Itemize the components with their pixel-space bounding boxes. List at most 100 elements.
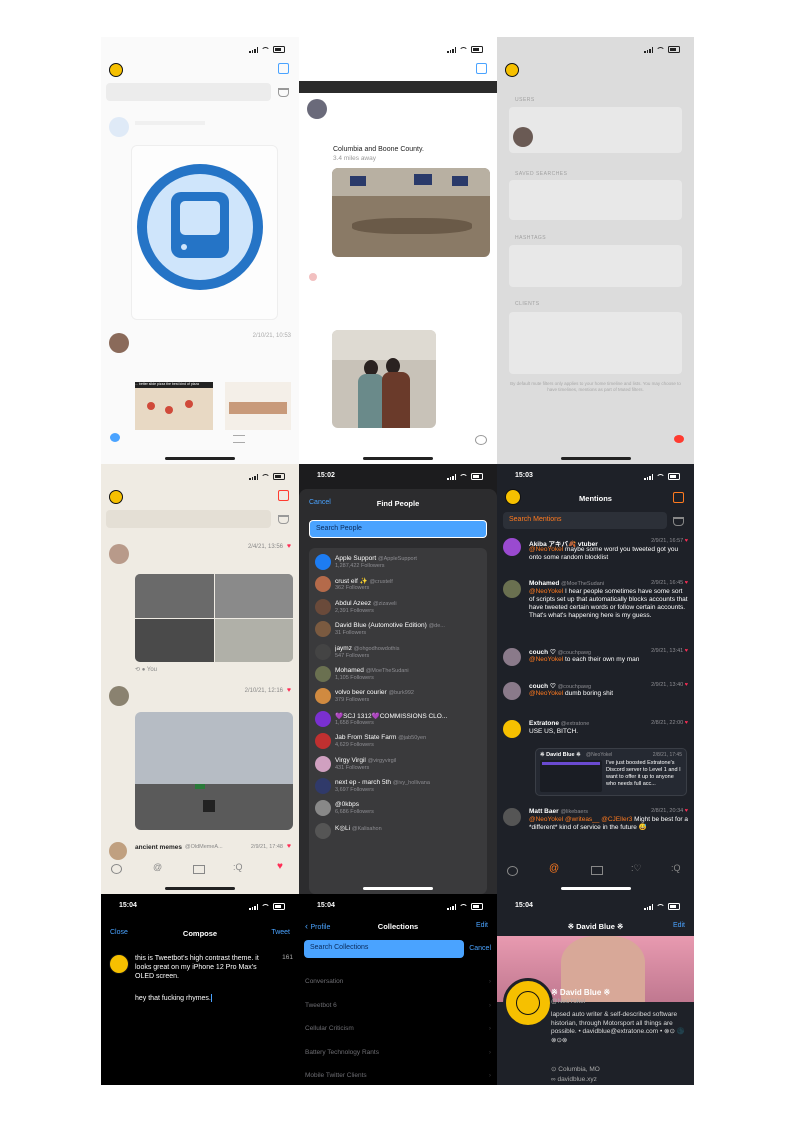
timeline-tab-icon[interactable] [111, 864, 122, 874]
wifi-icon [459, 903, 468, 910]
collection-item[interactable]: Tweetbot 6 [305, 1002, 491, 1009]
mention-avatar[interactable] [503, 580, 521, 598]
person-row[interactable]: David Blue (Automotive Edition) @de... 31… [315, 621, 483, 639]
tweet-avatar[interactable] [109, 842, 127, 860]
search-mentions-input[interactable]: Search Mentions [503, 512, 667, 529]
pizza-photo[interactable]: ... better slide pizza the best kind of … [135, 382, 213, 430]
collection-item[interactable]: Conversation [305, 978, 491, 985]
tweet-button[interactable]: Tweet [271, 929, 290, 936]
clients-card[interactable] [509, 312, 682, 374]
mention-avatar[interactable] [503, 682, 521, 700]
messages-tab-icon[interactable] [674, 435, 684, 443]
tweet-avatar[interactable] [109, 544, 129, 564]
mention-time: 2/9/21, 13:40 ♥ [651, 682, 688, 688]
person-row[interactable]: jaymz @ohgodhowdothis 547 Followers [315, 643, 483, 662]
reply-avatar[interactable] [309, 273, 317, 281]
signal-icon [644, 46, 653, 53]
people-photo[interactable] [332, 330, 436, 428]
person-row[interactable]: @0kbps 6,686 Followers [315, 800, 483, 818]
quoted-tweet[interactable]: ※ David Blue ※ @NeoYokel 2/8/21, 17:45 I… [535, 748, 687, 796]
mention-avatar[interactable] [503, 648, 521, 666]
profile-url[interactable]: ∞ davidblue.xyz [551, 1076, 597, 1083]
account-avatar[interactable] [505, 63, 519, 77]
cancel-button[interactable]: Cancel [469, 945, 491, 952]
compose-icon[interactable] [476, 63, 487, 74]
hashtags-card[interactable] [509, 245, 682, 287]
search-tab-icon[interactable]: :Q [671, 863, 681, 873]
compose-text-line2[interactable]: hey that fucking rhymes. [135, 994, 212, 1002]
status-bar [644, 903, 680, 910]
person-row[interactable]: Jab From State Farm @jab50yen 4,629 Follo… [315, 733, 483, 751]
saved-searches-card[interactable] [509, 180, 682, 220]
mention-avatar[interactable] [503, 808, 521, 826]
mentions-tab-icon[interactable]: @ [153, 862, 162, 872]
like-icon[interactable]: ♥ [287, 543, 291, 550]
collection-item[interactable]: Cellular Criticism [305, 1025, 491, 1032]
search-people-input[interactable]: Search People [309, 520, 487, 538]
users-card[interactable] [509, 107, 682, 153]
person-row[interactable]: Abdul Azeez @zizaveli 2,391 Followers [315, 598, 483, 617]
collection-item[interactable]: Mobile Twitter Clients [305, 1072, 491, 1079]
person-row[interactable]: 💜SCJ 1312💜COMMISSIONS CLO... 1,658 Follo… [315, 710, 483, 729]
person-avatar [315, 643, 331, 660]
collection-item[interactable]: Battery Technology Rants [305, 1049, 491, 1056]
compose-icon[interactable] [673, 492, 684, 503]
person-row[interactable]: Mohamed @MoeTheSudani 1,105 Followers [315, 666, 483, 684]
person-row[interactable]: Apple Support @AppleSupport 1,287,422 Fol… [315, 554, 483, 572]
search-collections-input[interactable]: Search Collections [304, 940, 464, 958]
attachment-card[interactable] [131, 145, 278, 320]
messages-tab-icon[interactable] [591, 866, 603, 875]
highway-photo[interactable] [135, 712, 293, 830]
filter-icon[interactable] [278, 515, 289, 524]
mention-row[interactable]: Matt Baer @likebaers 2/8/21, 20:34 ♥ @NeoY… [503, 808, 688, 852]
person-row[interactable]: K◎Li @Kalisahon [315, 822, 483, 841]
tweet-avatar[interactable] [109, 117, 129, 137]
compose-icon[interactable] [278, 490, 289, 501]
activity-tab-icon[interactable]: :♡ [631, 863, 642, 874]
mention-avatar[interactable] [503, 720, 521, 738]
mentions-tab-icon[interactable]: @ [549, 863, 559, 874]
account-avatar[interactable] [109, 63, 123, 77]
mention-row[interactable]: Mohamed @MoeTheSudani 2/9/21, 16:45 ♥ @Neo… [503, 580, 688, 644]
person-row[interactable]: volvo beer courier @burk992 379 Followers [315, 688, 483, 706]
profile-avatar[interactable] [503, 978, 553, 1028]
filter-icon[interactable] [278, 88, 289, 97]
tweet-avatar[interactable] [307, 99, 327, 119]
messages-tab-icon[interactable] [193, 865, 205, 874]
activity-tab-icon[interactable]: ♥ [277, 861, 283, 872]
tweet-avatar[interactable] [109, 686, 129, 706]
mention-row[interactable]: Extratone @extratone 2/8/21, 22:00 ♥ USE U… [503, 720, 688, 742]
like-icon[interactable]: ♥ [287, 687, 291, 694]
like-icon[interactable]: ♥ [287, 843, 291, 850]
mention-row[interactable]: couch ♡ @couchpawg 2/9/21, 13:40 ♥ @NeoYok… [503, 682, 688, 712]
compose-icon[interactable] [278, 63, 289, 74]
person-followers: 362 Followers [335, 585, 370, 592]
car-photos[interactable] [135, 574, 293, 662]
mention-row[interactable]: couch ♡ @couchpawg 2/9/21, 13:41 ♥ @NeoYok… [503, 648, 688, 678]
new-tweets-bar[interactable] [299, 81, 497, 93]
meeting-room-photo[interactable] [332, 168, 490, 257]
person-name: David Blue (Automotive Edition) @de... [335, 622, 483, 629]
timeline-tab-icon[interactable] [110, 433, 120, 442]
filter-icon[interactable] [673, 517, 684, 526]
tweet-avatar[interactable] [109, 333, 129, 353]
edit-button[interactable]: Edit [476, 922, 488, 929]
account-avatar[interactable] [109, 490, 123, 504]
search-input[interactable] [106, 510, 271, 528]
search-input[interactable] [106, 83, 271, 101]
lists-icon[interactable] [233, 435, 245, 443]
mention-handle: @extratone [560, 721, 590, 727]
person-row[interactable]: crust elf ✨ @crustelf 362 Followers [315, 576, 483, 594]
mention-row[interactable]: Akiba アキバ🍂 vtuber 2/9/21, 16:57 ♥ @NeoYok… [503, 538, 688, 578]
person-row[interactable]: next ep - march 5th @ivy_hollivana 3,697 … [315, 778, 483, 796]
link-preview[interactable] [225, 382, 291, 430]
person-display-name: next ep - march 5th [335, 779, 391, 786]
muted-user-avatar[interactable] [513, 127, 533, 147]
messages-tab-icon[interactable] [475, 435, 487, 445]
search-tab-icon[interactable]: :Q [233, 862, 243, 872]
person-row[interactable]: Virgy Virgil @virgyvirgil 431 Followers [315, 755, 483, 774]
edit-button[interactable]: Edit [673, 922, 685, 929]
mention-avatar[interactable] [503, 538, 521, 556]
timeline-tab-icon[interactable] [507, 866, 518, 876]
compose-text-line1[interactable]: this is Tweetbot's high contrast theme. … [135, 954, 273, 981]
